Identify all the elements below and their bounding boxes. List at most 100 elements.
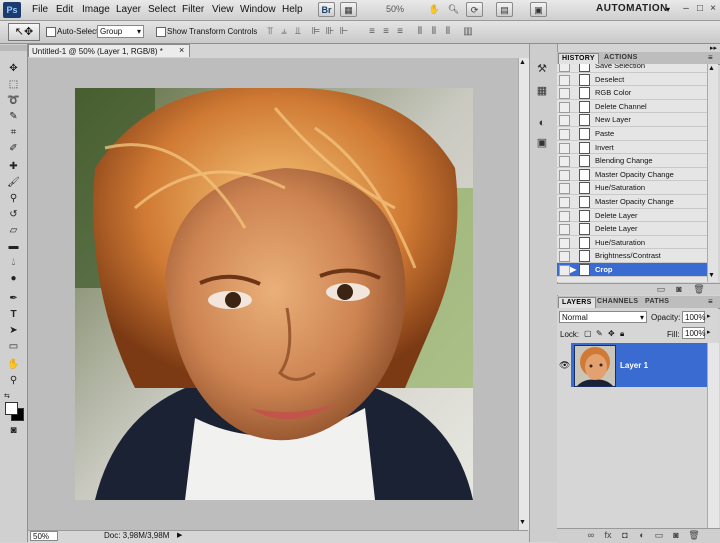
history-item[interactable]: Paste [557, 127, 707, 141]
history-scrollbar[interactable] [707, 64, 718, 282]
show-transform-checkbox[interactable] [156, 27, 166, 37]
shape-tool-icon[interactable]: ▭ [4, 340, 23, 354]
history-item[interactable]: Master Opacity Change [557, 168, 707, 182]
history-trash-icon[interactable]: 🗑︎ [693, 284, 705, 294]
layer-name[interactable]: Layer 1 [620, 361, 648, 370]
history-item[interactable]: Brightness/Contrast [557, 249, 707, 263]
healing-brush-tool-icon[interactable]: ✚ [4, 160, 23, 174]
auto-select-checkbox[interactable] [46, 27, 56, 37]
history-brush-source-box[interactable] [559, 169, 570, 181]
eraser-tool-icon[interactable]: ▱ [4, 224, 23, 238]
lock-all-icon[interactable]: 🔒︎ [620, 329, 624, 339]
maximize-icon[interactable]: □ [694, 3, 706, 15]
history-item[interactable]: Hue/Saturation [557, 181, 707, 195]
tool-presets-icon[interactable]: ⚒ [535, 62, 549, 76]
menu-layer[interactable]: Layer [116, 3, 141, 16]
foreground-color-swatch[interactable] [5, 402, 18, 415]
menu-filter[interactable]: Filter [182, 3, 204, 16]
tab-paths[interactable]: PATHS [642, 297, 672, 307]
toolbox-grip[interactable] [0, 45, 27, 51]
history-brush-source-box[interactable] [559, 115, 570, 127]
history-brush-tool-icon[interactable]: ↺ [4, 208, 23, 222]
history-brush-source-box[interactable] [559, 88, 570, 100]
view-extras-button[interactable]: ▦ [340, 2, 357, 17]
photoshop-logo-icon[interactable]: Ps [3, 2, 21, 18]
eyedropper-tool-icon[interactable]: ✐ [4, 142, 23, 156]
history-brush-source-box[interactable] [559, 251, 570, 263]
bridge-button[interactable]: Br [318, 2, 335, 17]
menu-edit[interactable]: Edit [56, 3, 73, 16]
tab-history-text[interactable]: HISTORY [558, 53, 599, 64]
opacity-field[interactable]: 100% [682, 311, 705, 323]
menu-help[interactable]: Help [282, 3, 303, 16]
scroll-down-icon[interactable]: ▼ [519, 519, 526, 526]
align-bottom-icon[interactable]: ⫫ [292, 26, 304, 38]
layer-style-icon[interactable]: fx [602, 530, 614, 540]
menu-file[interactable]: File [32, 3, 48, 16]
history-item[interactable]: Delete Channel [557, 100, 707, 114]
status-menu-icon[interactable]: ▶ [177, 531, 182, 539]
auto-align-icon[interactable]: ▥ [462, 26, 474, 38]
distribute-right-icon[interactable]: ⦀ [442, 26, 454, 38]
scroll-up-icon[interactable]: ▲ [519, 59, 526, 66]
align-right-icon[interactable]: ⊩ [338, 26, 350, 38]
history-brush-source-box[interactable] [559, 101, 570, 113]
workspace-dropdown-icon[interactable]: ▾ [666, 5, 670, 14]
history-brush-source-box[interactable] [559, 64, 570, 72]
lock-position-icon[interactable]: ✥ [608, 329, 615, 338]
history-brush-source-box[interactable] [559, 197, 570, 208]
new-document-from-state-icon[interactable]: ▭ [655, 284, 667, 294]
navigator-panel-icon[interactable]: ◐ [535, 116, 549, 130]
history-item[interactable]: Deselect [557, 73, 707, 87]
screen-mode-icon[interactable]: ▣ [530, 2, 547, 17]
type-tool-icon[interactable]: T [4, 308, 23, 322]
hand-tool-icon[interactable]: ✋ [4, 358, 23, 372]
history-item[interactable]: Hue/Saturation [557, 236, 707, 250]
opacity-slider-icon[interactable]: ▸ [707, 312, 711, 320]
zoom-tool-icon[interactable]: 🔍︎ [445, 2, 462, 17]
history-item[interactable]: Crop ▶ [557, 263, 707, 277]
history-item[interactable]: Blending Change [557, 154, 707, 168]
history-item[interactable]: New Layer [557, 113, 707, 127]
document-tab[interactable]: Untitled-1 @ 50% (Layer 1, RGB/8) * [28, 44, 190, 57]
zoom-tool-icon[interactable]: ⚲ [4, 374, 23, 388]
swap-colors-icon[interactable]: ⇆ [4, 392, 10, 400]
new-group-icon[interactable]: ▭ [653, 530, 665, 540]
distribute-bottom-icon[interactable]: ≡ [394, 26, 406, 38]
link-layers-icon[interactable]: ∞ [585, 530, 597, 540]
history-item[interactable]: Delete Layer [557, 222, 707, 236]
menu-select[interactable]: Select [148, 3, 176, 16]
marquee-tool-icon[interactable]: ⬚ [4, 78, 23, 92]
distribute-vcenter-icon[interactable]: ≡ [380, 26, 392, 38]
history-scroll-down-icon[interactable]: ▼ [708, 272, 715, 279]
tab-layers[interactable]: LAYERS [558, 297, 596, 308]
distribute-hcenter-icon[interactable]: ⦀ [428, 26, 440, 38]
history-item[interactable]: Save Selection [557, 64, 707, 73]
tab-channels[interactable]: CHANNELS [594, 297, 641, 307]
minimize-icon[interactable]: – [680, 3, 692, 15]
history-list[interactable]: Save Selection Deselect RGB Color Delete Ch… [557, 64, 707, 282]
brushes-panel-icon[interactable]: ▦ [535, 84, 549, 98]
brush-tool-icon[interactable]: 🖌︎ [4, 176, 23, 190]
new-snapshot-icon[interactable]: ◙ [673, 284, 685, 294]
status-zoom-field[interactable]: 50% [30, 531, 58, 541]
zoom-level-field[interactable]: 50% [372, 3, 418, 16]
move-tool-icon[interactable]: ✥ [4, 62, 23, 76]
quick-mask-icon[interactable]: ◙ [4, 424, 23, 438]
arrange-documents-icon[interactable]: ▤ [496, 2, 513, 17]
dodge-tool-icon[interactable]: ● [4, 272, 23, 286]
rotate-view-icon[interactable]: ⟳ [466, 2, 483, 17]
quick-selection-tool-icon[interactable]: ✎ [4, 110, 23, 124]
history-brush-source-box[interactable] [559, 129, 570, 140]
pen-tool-icon[interactable]: ✒ [4, 292, 23, 306]
fill-slider-icon[interactable]: ▸ [707, 328, 711, 336]
move-tool-preset-picker[interactable]: ↖✥ [8, 23, 40, 41]
info-panel-icon[interactable]: ▣ [535, 136, 549, 150]
document-size-info[interactable]: Doc: 3,98M/3,98M [104, 531, 169, 541]
history-brush-source-box[interactable] [559, 265, 570, 276]
blur-tool-icon[interactable]: 💧︎ [4, 256, 23, 270]
layer-mask-icon[interactable]: ◘ [619, 530, 631, 540]
tab-actions[interactable]: ACTIONS [601, 53, 641, 63]
distribute-top-icon[interactable]: ≡ [366, 26, 378, 38]
history-brush-source-box[interactable] [559, 224, 570, 236]
